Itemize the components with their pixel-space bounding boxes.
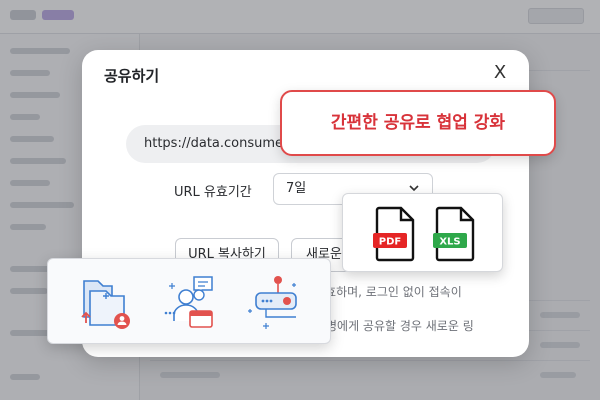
- callout-bubble: 간편한 공유로 협업 강화: [280, 90, 556, 156]
- xls-label: XLS: [439, 237, 460, 248]
- pdf-file-icon[interactable]: PDF: [373, 206, 417, 262]
- url-expiry-value: 7일: [286, 181, 307, 196]
- note-line-2: 명에게 공유할 경우 새로운 링: [326, 319, 474, 333]
- server-link-icon: [248, 276, 297, 329]
- folder-share-icon: [81, 280, 130, 329]
- feature-icon-card: [47, 258, 331, 344]
- callout-text: 간편한 공유로 협업 강화: [330, 113, 506, 133]
- pdf-label: PDF: [379, 237, 401, 248]
- user-message-icon: [164, 276, 213, 328]
- url-expiry-label: URL 유효기간: [174, 185, 252, 200]
- close-button[interactable]: X: [491, 64, 509, 82]
- modal-title: 공유하기: [104, 67, 160, 85]
- xls-file-icon[interactable]: XLS: [433, 206, 477, 262]
- file-format-card: PDF XLS: [342, 193, 503, 272]
- note-line-1: 유효하며, 로그인 없이 접속이: [314, 285, 462, 299]
